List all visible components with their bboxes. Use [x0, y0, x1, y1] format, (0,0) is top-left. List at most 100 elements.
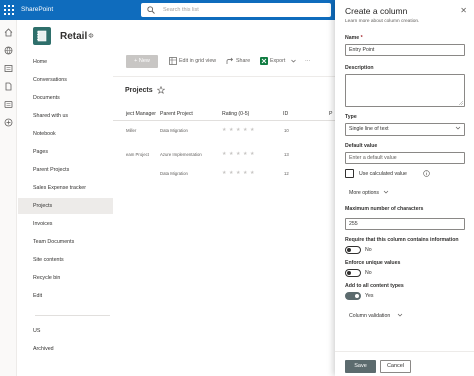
nav-item-projects[interactable]: Projects: [18, 198, 113, 214]
max-chars-label: Maximum number of characters: [345, 206, 424, 212]
new-label: New: [138, 58, 150, 64]
nav-item-parent-projects[interactable]: Parent Projects: [18, 162, 113, 178]
grid-view-icon[interactable]: [169, 57, 177, 65]
chevron-down-icon[interactable]: [291, 59, 296, 63]
star-icon: ★: [243, 170, 248, 176]
nav-item-notebook[interactable]: Notebook: [18, 126, 113, 142]
lists-icon[interactable]: [4, 100, 13, 109]
max-chars-field[interactable]: 255: [345, 218, 465, 230]
add-all-toggle[interactable]: [345, 292, 361, 300]
more-options-button[interactable]: More options: [349, 190, 379, 196]
group-icon: [88, 32, 94, 39]
star-icon: ★: [250, 170, 255, 176]
star-icon: ★: [250, 151, 255, 157]
new-button[interactable]: + New: [126, 55, 158, 68]
nav-item-invoices[interactable]: Invoices: [18, 216, 113, 232]
description-field[interactable]: [345, 74, 465, 107]
star-icon: ★: [243, 127, 248, 133]
add-all-state: Yes: [365, 293, 374, 299]
list-title: Projects: [125, 87, 153, 94]
star-icon: ★: [236, 170, 241, 176]
unique-toggle[interactable]: [345, 269, 361, 277]
nav-item-site-contents[interactable]: Site contents: [18, 252, 113, 268]
nav-item-documents[interactable]: Documents: [18, 90, 113, 106]
star-icon: ★: [229, 151, 234, 157]
table-row-1-parent[interactable]: Data Migration: [160, 128, 188, 133]
app-name[interactable]: SharePoint: [21, 6, 53, 13]
app-launcher-icon[interactable]: [4, 5, 14, 15]
star-icon: ★: [222, 151, 227, 157]
home-icon[interactable]: [4, 28, 13, 37]
column-header-rating[interactable]: Rating (0-5): [222, 111, 249, 117]
nav-item-shared-with-us[interactable]: Shared with us: [18, 108, 113, 124]
chevron-down-icon[interactable]: [397, 312, 403, 318]
nav-item-edit[interactable]: Edit: [18, 288, 113, 304]
news-icon[interactable]: [4, 64, 13, 73]
star-icon: ★: [236, 127, 241, 133]
default-value-label: Default value: [345, 143, 378, 149]
column-header-project-manager[interactable]: ject Manager: [126, 111, 156, 117]
nav-item-conversations[interactable]: Conversations: [18, 72, 113, 88]
edit-grid-view-button[interactable]: Edit in grid view: [179, 58, 216, 64]
create-column-panel: Create a column Learn more about column …: [335, 0, 474, 376]
star-icon: ★: [229, 170, 234, 176]
star-icon: ★: [229, 127, 234, 133]
default-value-field[interactable]: Enter a default value: [345, 152, 465, 164]
table-row-1-id: 10: [284, 128, 289, 133]
export-button[interactable]: Export: [270, 58, 285, 64]
require-toggle[interactable]: [345, 246, 361, 254]
site-title[interactable]: Retail: [60, 31, 87, 42]
table-row-2-parent[interactable]: Azure Implementation: [160, 152, 202, 157]
type-dropdown[interactable]: Single line of text: [345, 123, 465, 136]
rating-stars[interactable]: ★ ★ ★ ★ ★: [222, 128, 260, 134]
nav-item-pages[interactable]: Pages: [18, 144, 113, 160]
column-header-parent-project[interactable]: Parent Project: [160, 111, 193, 117]
chevron-down-icon: [455, 126, 461, 130]
share-icon[interactable]: [226, 57, 234, 65]
chevron-down-icon[interactable]: [383, 189, 389, 195]
column-header-truncated[interactable]: P: [329, 111, 332, 117]
excel-icon[interactable]: [260, 57, 268, 65]
search-placeholder: Search this list: [163, 7, 199, 13]
table-row-2-manager: eam Project: [126, 152, 149, 157]
rating-stars[interactable]: ★ ★ ★ ★ ★: [222, 171, 260, 177]
table-row-1-manager: Miller: [126, 128, 137, 133]
rating-stars[interactable]: ★ ★ ★ ★ ★: [222, 152, 260, 158]
star-icon: ★: [250, 127, 255, 133]
nav-item-home[interactable]: Home: [18, 54, 113, 70]
site-logo[interactable]: [33, 27, 51, 45]
nav-item-recycle-bin[interactable]: Recycle bin: [18, 270, 113, 286]
search-box[interactable]: Search this list: [141, 3, 331, 17]
nav-item-team-documents[interactable]: Team Documents: [18, 234, 113, 250]
required-marker: *: [360, 35, 363, 41]
create-icon[interactable]: [4, 118, 13, 127]
column-header-id[interactable]: ID: [283, 111, 288, 117]
files-icon[interactable]: [4, 82, 13, 91]
command-bar: + New Edit in grid view Share Export ···: [113, 53, 333, 70]
globe-icon[interactable]: [4, 46, 13, 55]
save-button[interactable]: Save: [345, 360, 376, 373]
learn-more-link[interactable]: Learn more about column creation.: [345, 19, 419, 24]
favorite-star-icon[interactable]: [157, 86, 165, 94]
require-state: No: [365, 247, 372, 253]
column-validation-button[interactable]: Column validation: [349, 313, 390, 319]
search-icon: [147, 6, 155, 14]
more-commands-button[interactable]: ···: [305, 58, 310, 64]
nav-item-sales-expense-tracker[interactable]: Sales Expense tracker: [18, 180, 113, 196]
star-icon: ★: [222, 127, 227, 133]
app-bar: [0, 20, 17, 376]
info-icon[interactable]: [423, 170, 430, 177]
cancel-button[interactable]: Cancel: [380, 360, 411, 373]
close-icon[interactable]: ✕: [460, 6, 467, 15]
nav-item-us[interactable]: US: [18, 323, 113, 339]
table-row-3-parent[interactable]: Data Migration: [160, 171, 188, 176]
table-row-2-id: 13: [284, 152, 289, 157]
calculated-value-checkbox[interactable]: [345, 169, 354, 178]
name-field[interactable]: Entry Point: [345, 44, 465, 56]
resize-handle-icon[interactable]: [459, 101, 463, 105]
require-label: Require that this column contains inform…: [345, 237, 459, 243]
description-label: Description: [345, 65, 374, 71]
share-button[interactable]: Share: [236, 58, 250, 64]
nav-item-archived[interactable]: Archived: [18, 341, 113, 357]
nav-divider: [35, 315, 110, 316]
